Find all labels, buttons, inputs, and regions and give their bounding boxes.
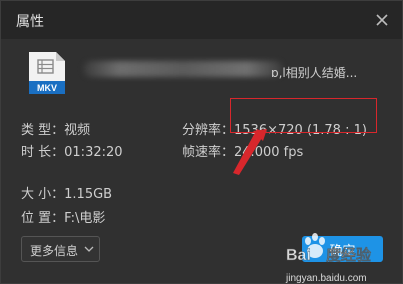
title-bar: 属性: [1, 1, 402, 39]
file-name: ɒ,ⅼ相别人结婚...: [271, 66, 358, 80]
location-label: 位 置：: [21, 211, 65, 226]
duration-value: 01:32:20: [64, 145, 123, 160]
type-label: 类 型：: [21, 123, 65, 138]
size-row: 大 小：1.15GB: [21, 183, 112, 202]
framerate-label: 帧速率：: [182, 145, 235, 160]
more-info-label: 更多信息: [30, 244, 79, 258]
mkv-badge-label: MKV: [37, 83, 57, 93]
location-value: F:\电影: [64, 211, 106, 226]
svg-text:jingyan.baidu.com: jingyan.baidu.com: [285, 273, 367, 284]
chevron-down-icon: [84, 246, 94, 252]
location-row: 位 置：F:\电影: [21, 207, 105, 226]
annotation-arrow-icon: [233, 129, 267, 175]
confirm-button[interactable]: 确定: [302, 236, 383, 262]
close-icon[interactable]: [371, 9, 393, 31]
size-value: 1.15GB: [64, 187, 113, 202]
dialog-title: 属性: [16, 14, 44, 30]
resolution-highlight-box: [230, 98, 377, 133]
type-row: 类 型：视频: [21, 119, 90, 138]
size-label: 大 小：: [21, 187, 65, 202]
video-file-icon: MKV: [27, 51, 67, 95]
more-info-button[interactable]: 更多信息: [21, 236, 100, 262]
confirm-label: 确定: [329, 244, 356, 259]
resolution-label: 分辨率：: [182, 123, 235, 138]
properties-dialog: 属性 MKV ɒ,ⅼ相别人结婚... 类 型：视频 时 长：01:32:20 分…: [0, 0, 403, 284]
duration-row: 时 长：01:32:20: [21, 141, 123, 160]
type-value: 视频: [64, 123, 91, 138]
duration-label: 时 长：: [21, 145, 65, 160]
file-name-blurred: [83, 61, 283, 77]
